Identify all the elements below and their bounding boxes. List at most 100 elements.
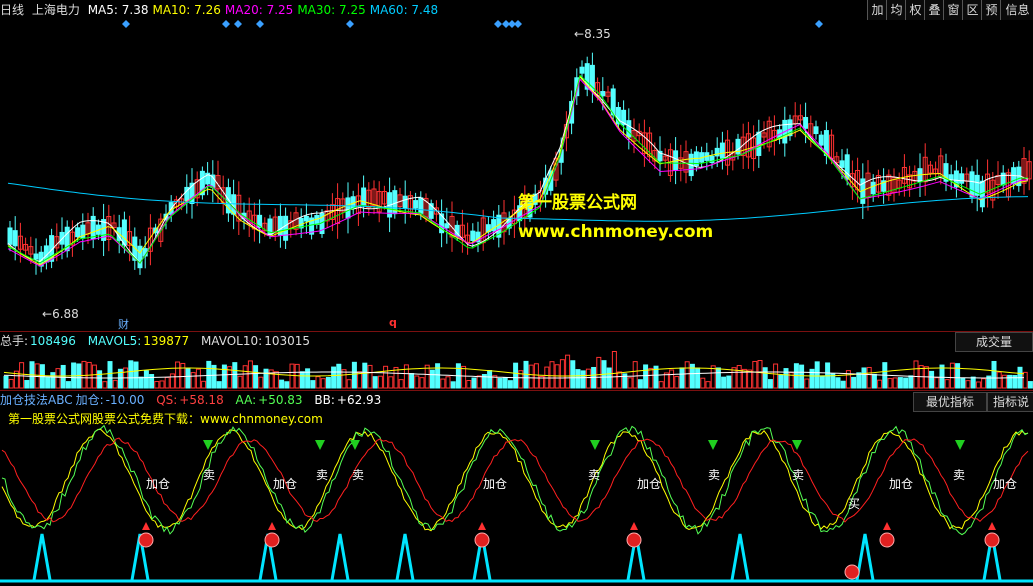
candle-body: [345, 197, 351, 219]
volume-bar: [934, 377, 940, 389]
volume-bar: [34, 363, 40, 389]
best-indicator-button[interactable]: 最优指标: [913, 392, 987, 412]
volume-bar: [383, 365, 389, 389]
candle-body: [90, 215, 96, 240]
aa-value: +50.83: [258, 393, 303, 407]
volume-bar: [674, 376, 680, 389]
volume-bar: [242, 365, 248, 389]
volume-bar: [289, 363, 295, 389]
volume-bar: [476, 375, 482, 389]
volume-bar: [440, 378, 446, 389]
volume-bar: [315, 376, 321, 389]
stock-chart: [0, 20, 1033, 583]
volume-bar: [91, 364, 97, 389]
volume-bar: [955, 363, 961, 389]
volume-bar: [403, 364, 409, 389]
volume-bar: [8, 378, 14, 389]
volume-bar: [377, 375, 383, 389]
signal-spike: [330, 533, 350, 581]
indicator-header: 加仓技法ABC 加仓: -10.00 QS: +58.18 AA: +50.83 BB:…: [0, 392, 385, 408]
volume-bar: [414, 375, 420, 389]
volume-bar: [351, 361, 357, 389]
signal-label: 加仓: [146, 477, 171, 491]
pane-divider-volume: [0, 331, 1033, 332]
volume-bar: [559, 359, 565, 389]
aa-label: AA:: [235, 393, 257, 407]
volume-bar: [164, 376, 170, 389]
volume-bar: [55, 368, 61, 389]
volume-bar: [3, 375, 9, 389]
volume-bar: [991, 360, 997, 389]
volume-bar: [944, 379, 950, 389]
candle-body: [600, 91, 606, 97]
indicator-name[interactable]: 加仓技法ABC: [0, 393, 73, 407]
candle-body: [579, 66, 585, 74]
candle-body: [303, 215, 309, 222]
down-arrow: [590, 440, 600, 450]
volume-bar: [253, 365, 259, 389]
signal-label: 加仓: [483, 477, 508, 491]
volume-bar: [679, 367, 685, 389]
volume-bar: [637, 379, 643, 389]
volume-bar: [466, 380, 472, 389]
signal-spike: [730, 533, 750, 581]
volume-bar: [767, 379, 773, 389]
volume-bar: [783, 368, 789, 389]
up-arrow: [268, 522, 276, 530]
candle-body: [969, 171, 975, 198]
signal-ball: [844, 564, 860, 580]
volume-bar: [528, 364, 534, 389]
volume-button[interactable]: 成交量: [955, 332, 1033, 352]
volume-bar: [346, 379, 352, 389]
volume-bar: [133, 361, 139, 389]
down-arrow: [955, 440, 965, 450]
candle-body: [626, 120, 632, 138]
volume-bar: [752, 360, 758, 389]
volume-bar: [372, 376, 378, 389]
volume-bar: [419, 377, 425, 389]
signal-ball: [138, 532, 154, 548]
indicator-help-button[interactable]: 指标说明: [987, 392, 1033, 412]
mavol5-value: 139877: [143, 334, 190, 348]
volume-bar: [65, 381, 71, 389]
up-arrow: [478, 522, 486, 530]
volume-bar: [903, 377, 909, 389]
q-marker[interactable]: q: [389, 316, 397, 329]
signal-label: 卖: [588, 468, 601, 482]
volume-bar: [19, 362, 25, 389]
event-diamond: [346, 20, 354, 28]
down-arrow: [708, 440, 718, 450]
candle-body: [121, 219, 127, 246]
candle-body: [959, 173, 965, 184]
volume-bar: [643, 364, 649, 389]
jc-label: 加仓:: [75, 393, 104, 407]
signal-ball: [264, 532, 280, 548]
volume-bar: [45, 376, 51, 389]
signal-label: 加仓: [993, 477, 1018, 491]
volume-bar: [949, 362, 955, 389]
volume-bar: [128, 360, 134, 389]
candle-body: [12, 230, 18, 247]
mavol10-value: 103015: [264, 334, 310, 348]
volume-bar: [232, 362, 238, 389]
volume-bar: [221, 364, 227, 389]
mavol10-label: MAVOL10:: [200, 334, 263, 348]
volume-bar: [169, 373, 175, 389]
candle-body: [813, 126, 819, 135]
volume-bar: [575, 369, 581, 389]
volume-bar: [648, 367, 654, 389]
finance-marker[interactable]: 财: [118, 316, 129, 332]
candle-body: [413, 200, 419, 209]
volume-bar: [154, 381, 160, 389]
volume-bar: [138, 376, 144, 389]
volume-bar: [201, 380, 207, 389]
volume-bar: [258, 376, 264, 389]
volume-bar: [565, 354, 571, 389]
volume-bar: [981, 378, 987, 389]
volume-bar: [50, 372, 56, 389]
candle-body: [7, 227, 13, 245]
signal-ball: [474, 532, 490, 548]
volume-bar: [60, 364, 66, 389]
volume-bar: [331, 366, 337, 389]
volume-bar: [159, 380, 165, 389]
